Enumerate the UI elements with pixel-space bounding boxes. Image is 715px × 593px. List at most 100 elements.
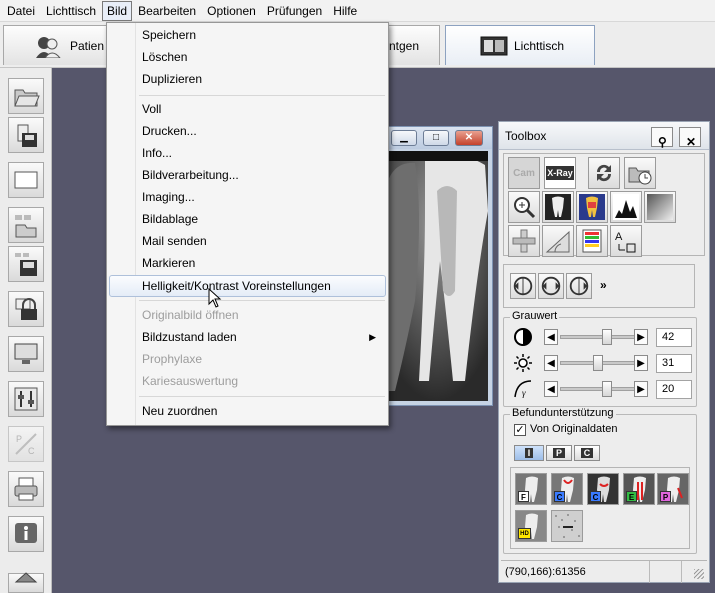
tab-lichttisch[interactable]: Lichttisch (445, 25, 595, 65)
gradient-button[interactable] (644, 191, 676, 223)
save-series-button[interactable] (8, 246, 44, 282)
menu-bild[interactable]: Bild (102, 0, 133, 21)
menu-item-duplizieren[interactable]: Duplizieren (109, 68, 386, 90)
tooth-button[interactable] (542, 191, 574, 223)
mode-tab-p[interactable]: P (546, 445, 572, 461)
menu-item-markieren[interactable]: Markieren (109, 252, 386, 274)
menu-item-mail-senden[interactable]: Mail senden (109, 230, 386, 252)
filter-p-button[interactable]: P (657, 473, 689, 505)
folder-clock-button[interactable] (624, 157, 656, 189)
cam-button[interactable]: Cam (508, 157, 540, 189)
text-annotate-button[interactable]: A (610, 225, 642, 257)
xray-image[interactable] (385, 151, 488, 401)
menu-item-info[interactable]: Info... (109, 142, 386, 164)
contrast-decrease-button[interactable]: ◀ (544, 329, 558, 345)
contrast-slider[interactable] (560, 329, 640, 345)
rotate-center-button[interactable] (538, 273, 564, 299)
tab-roentgen[interactable]: ntgen (380, 25, 440, 65)
menu-pruefungen[interactable]: Prüfungen (262, 1, 327, 21)
menu-item-neu-zuordnen[interactable]: Neu zuordnen (109, 400, 386, 422)
brightness-value-field[interactable]: 31 (656, 354, 692, 373)
brightness-slider-thumb[interactable] (593, 355, 603, 371)
menu-separator (139, 95, 385, 96)
import-button[interactable] (8, 207, 44, 243)
menu-item-bildzustand[interactable]: Bildzustand laden ▶ (109, 326, 386, 348)
color-tooth-button[interactable] (576, 191, 608, 223)
filter-f-button[interactable]: F (515, 473, 547, 505)
menu-datei[interactable]: Datei (2, 1, 40, 21)
open-folder-button[interactable] (8, 78, 44, 114)
measure-button[interactable] (508, 225, 540, 257)
xray-mode-button[interactable]: X-Ray (544, 157, 576, 189)
menu-lichttisch[interactable]: Lichttisch (41, 1, 101, 21)
befund-caption: Befundunterstützung (510, 407, 616, 419)
filter-c2-button[interactable]: C (587, 473, 619, 505)
save-image-button[interactable] (8, 117, 44, 153)
filter-c1-button[interactable]: C (551, 473, 583, 505)
contrast-icon (510, 326, 536, 348)
adjust-button[interactable] (8, 381, 44, 417)
filter-hd-label: HD (518, 528, 531, 539)
svg-text:γ: γ (522, 388, 526, 398)
color-tooth-icon (579, 194, 605, 220)
zoom-button[interactable] (508, 191, 540, 223)
menu-bearbeiten[interactable]: Bearbeiten (133, 1, 201, 21)
menu-item-bildablage[interactable]: Bildablage (109, 208, 386, 230)
palette-icon (582, 229, 602, 253)
menu-item-voll[interactable]: Voll (109, 98, 386, 120)
resize-grip-icon[interactable] (694, 569, 704, 579)
expand-chevron-icon[interactable]: » (600, 278, 607, 292)
menu-item-speichern[interactable]: Speichern (109, 24, 386, 46)
menu-item-bildzustand-label: Bildzustand laden (142, 330, 237, 344)
contrast-value-field[interactable]: 42 (656, 328, 692, 347)
toolbox-close-button[interactable]: ✕ (679, 127, 701, 149)
gamma-increase-button[interactable]: ▶ (634, 381, 648, 397)
brightness-slider[interactable] (560, 355, 640, 371)
originaldaten-label: Von Originaldaten (530, 423, 618, 435)
lock-button[interactable] (8, 291, 44, 327)
blank-image-button[interactable] (8, 162, 44, 198)
contrast-increase-button[interactable]: ▶ (634, 329, 648, 345)
svg-text:P: P (16, 434, 22, 444)
angle-button[interactable] (542, 225, 574, 257)
filter-hd-button[interactable]: HD (515, 510, 547, 542)
close-icon: ✕ (686, 135, 697, 149)
home-button[interactable] (8, 572, 44, 593)
brightness-decrease-button[interactable]: ◀ (544, 355, 558, 371)
gamma-slider-thumb[interactable] (602, 381, 612, 397)
color-palette-button[interactable] (576, 225, 608, 257)
gamma-decrease-button[interactable]: ◀ (544, 381, 558, 397)
refresh-button[interactable] (588, 157, 620, 189)
contrast-slider-thumb[interactable] (602, 329, 612, 345)
menu-item-helligkeit-kontrast[interactable]: Helligkeit/Kontrast Voreinstellungen (109, 275, 386, 297)
rotate-left-icon (513, 276, 533, 296)
monitor-button[interactable] (8, 336, 44, 372)
menu-separator (139, 396, 385, 397)
gamma-value-field[interactable]: 20 (656, 380, 692, 399)
gamma-slider[interactable] (560, 381, 640, 397)
rotate-left-button[interactable] (510, 273, 536, 299)
rotate-right-button[interactable] (566, 273, 592, 299)
mode-tab-c[interactable]: C (574, 445, 600, 461)
print-button[interactable] (8, 471, 44, 507)
pc-disabled-button[interactable]: PC (8, 426, 44, 462)
filter-e-button[interactable]: E (623, 473, 655, 505)
pin-button[interactable]: ⚲ (651, 127, 673, 149)
filter-noise-button[interactable] (551, 510, 583, 542)
menu-item-loeschen[interactable]: Löschen (109, 46, 386, 68)
menu-item-drucken[interactable]: Drucken... (109, 120, 386, 142)
menu-item-bildverarbeitung[interactable]: Bildverarbeitung... (109, 164, 386, 186)
menu-item-imaging[interactable]: Imaging... (109, 186, 386, 208)
histogram-button[interactable] (610, 191, 642, 223)
mode-tab-p-label: P (552, 448, 565, 458)
close-window-button[interactable]: ✕ (455, 130, 483, 146)
info-button[interactable] (8, 516, 44, 552)
minimize-button[interactable]: ▁ (391, 130, 417, 146)
menu-optionen[interactable]: Optionen (202, 1, 261, 21)
maximize-button[interactable]: □ (423, 130, 449, 146)
originaldaten-checkbox[interactable]: ✓ (514, 424, 526, 436)
menu-hilfe[interactable]: Hilfe (328, 1, 362, 21)
mode-tab-i[interactable]: I (514, 445, 544, 461)
brightness-increase-button[interactable]: ▶ (634, 355, 648, 371)
toolbox-title: Toolbox (505, 129, 547, 143)
